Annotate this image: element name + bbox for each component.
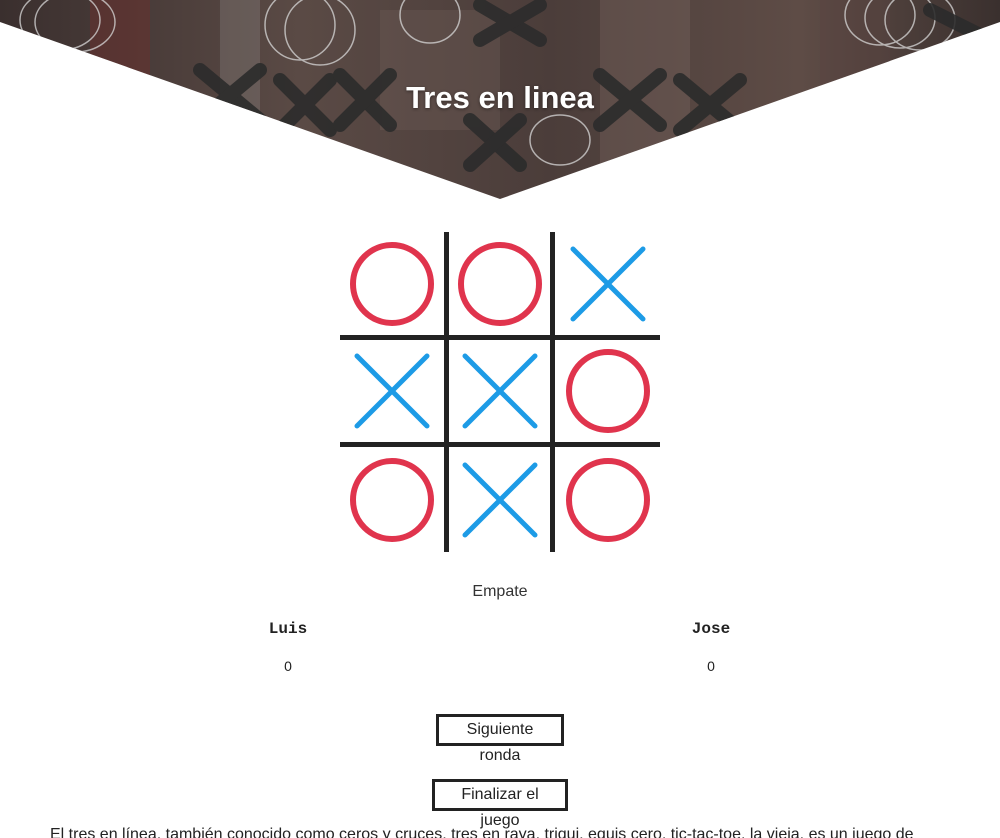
end-game-button[interactable]: Finalizar el juego (432, 779, 568, 829)
player-2-score: 0 (707, 658, 715, 674)
o-mark-icon (350, 242, 434, 326)
board-cell[interactable] (448, 339, 552, 443)
player-1-score: 0 (284, 658, 292, 674)
game-board (340, 232, 660, 552)
board-cell[interactable] (448, 232, 552, 336)
board-cell[interactable] (340, 448, 444, 552)
board-cell[interactable] (556, 232, 660, 336)
o-mark-icon (458, 242, 542, 326)
x-mark-icon (462, 462, 538, 538)
board-cell[interactable] (556, 448, 660, 552)
board-cell[interactable] (556, 339, 660, 443)
game-status: Empate (472, 583, 528, 600)
board-cell[interactable] (448, 448, 552, 552)
next-round-button[interactable]: Siguiente ronda (436, 714, 564, 764)
x-mark-icon (462, 353, 538, 429)
player-2-name: Jose (691, 620, 731, 638)
board-cell[interactable] (340, 232, 444, 336)
x-mark-icon (570, 246, 646, 322)
o-mark-icon (566, 349, 650, 433)
board-cell[interactable] (340, 339, 444, 443)
player-1-name: Luis (268, 620, 308, 638)
x-mark-icon (354, 353, 430, 429)
game-description: El tres en línea, también conocido como … (50, 826, 914, 838)
o-mark-icon (566, 458, 650, 542)
o-mark-icon (350, 458, 434, 542)
page-title: Tres en linea (406, 80, 594, 115)
